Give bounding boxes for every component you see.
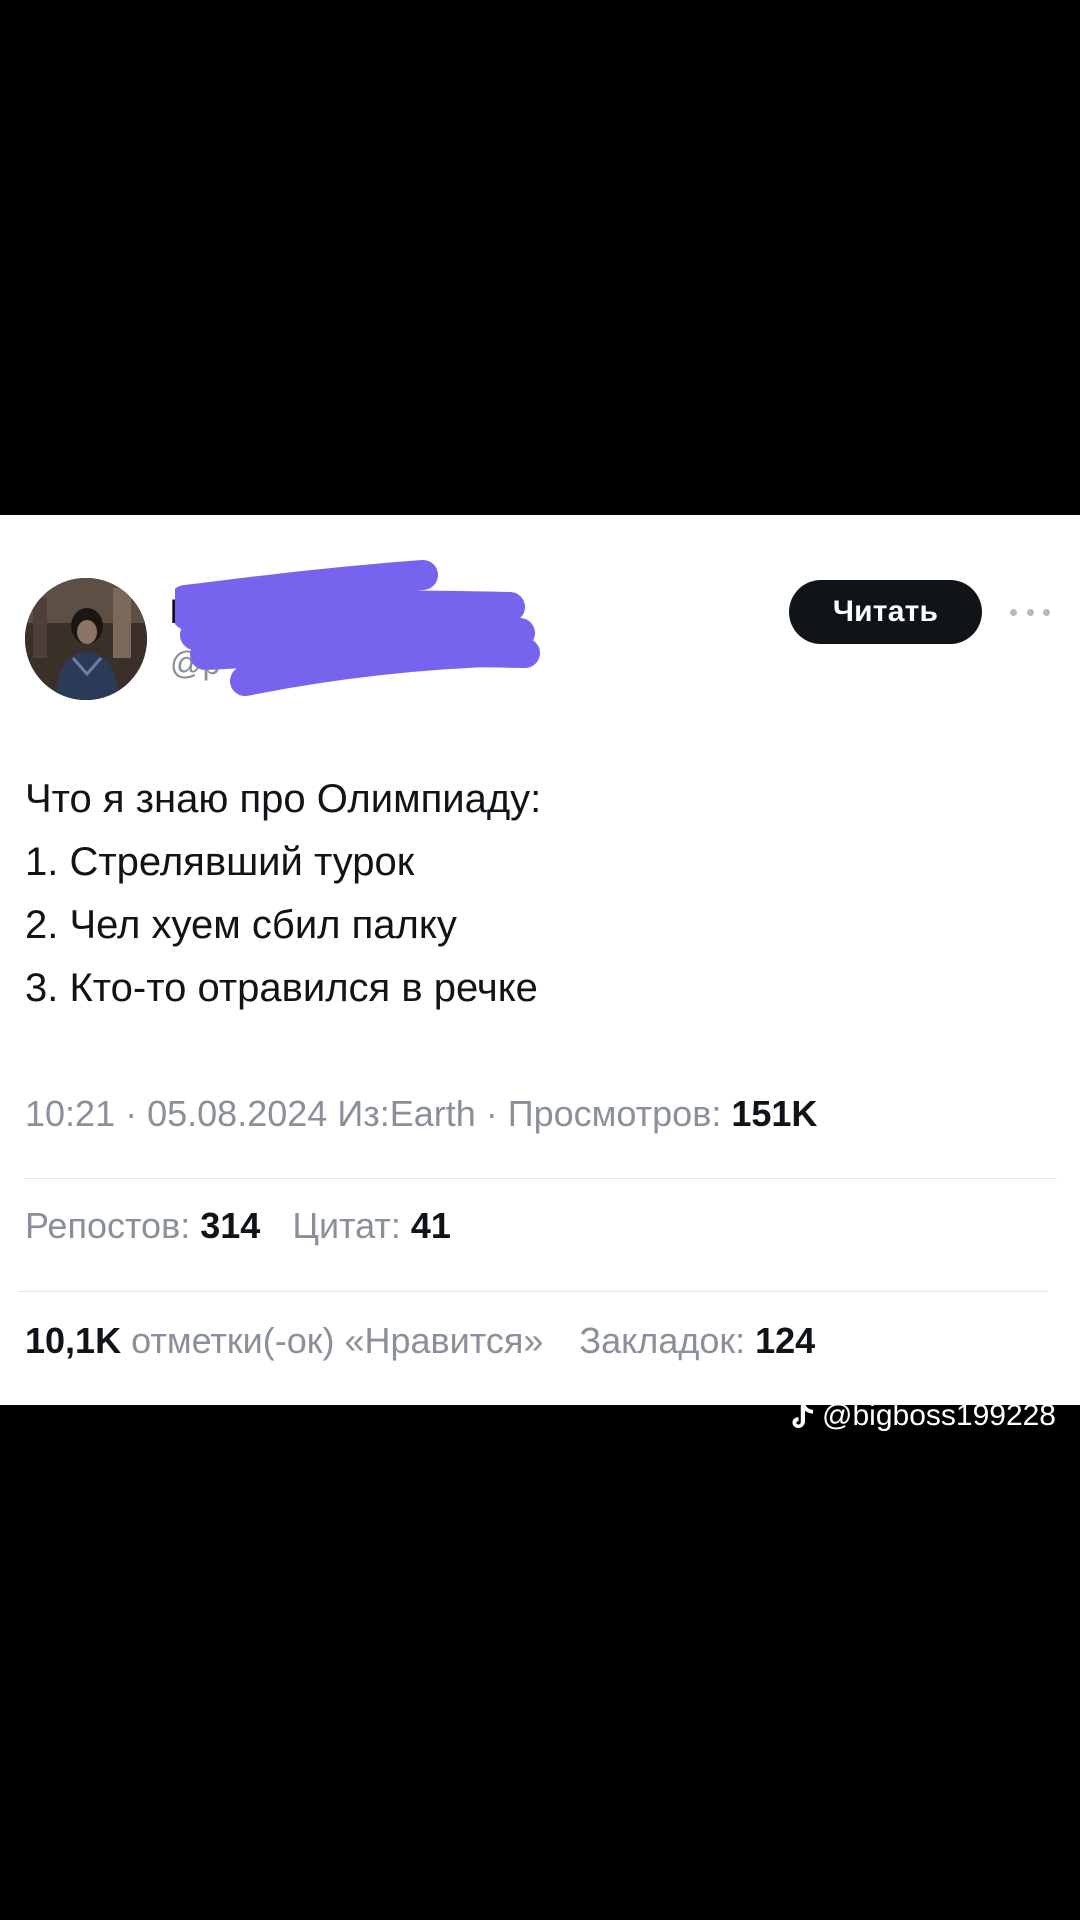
more-horizontal-icon[interactable] [1010, 605, 1050, 619]
separator: · [125, 1093, 148, 1134]
tweet-time[interactable]: 10:21 [25, 1093, 115, 1134]
quotes-stat[interactable]: Цитат: 41 [292, 1205, 451, 1246]
divider [25, 1178, 1057, 1179]
bookmarks-count: 124 [755, 1320, 816, 1361]
reposts-count: 314 [200, 1205, 261, 1246]
views-label: Просмотров: [507, 1093, 722, 1134]
dot [1043, 608, 1050, 616]
likes-label: отметки(-ок) «Нравится» [131, 1320, 544, 1361]
avatar[interactable] [25, 578, 147, 700]
tiktok-icon [792, 1403, 814, 1428]
separator: · [485, 1093, 508, 1134]
views-count: 151K [731, 1093, 818, 1134]
quotes-count: 41 [410, 1205, 451, 1246]
tweet-meta: 10:21 · 05.08.2024 Из:Earth · Просмотров… [25, 1093, 817, 1135]
like-bookmark-stats: 10,1K отметки(-ок) «Нравится» Закладок: … [25, 1320, 815, 1362]
bookmarks-label: Закладок: [579, 1320, 746, 1361]
redaction-scribble [175, 560, 540, 696]
follow-button[interactable]: Читать [789, 580, 982, 644]
divider [18, 1291, 1048, 1292]
likes-count: 10,1K [25, 1320, 122, 1361]
quotes-label: Цитат: [292, 1205, 401, 1246]
tweet-line: Что я знаю про Олимпиаду: [25, 777, 542, 821]
tweet-date[interactable]: 05.08.2024 [147, 1093, 327, 1134]
dot [1010, 608, 1017, 616]
watermark-handle: @bigboss199228 [822, 1399, 1056, 1432]
tweet-text: Что я знаю про Олимпиаду: 1. Стрелявший … [25, 768, 1045, 1020]
tweet-line: 1. Стрелявший турок [25, 840, 415, 884]
likes-stat[interactable]: 10,1K отметки(-ок) «Нравится» [25, 1320, 543, 1361]
bookmarks-stat[interactable]: Закладок: 124 [579, 1320, 815, 1361]
tiktok-watermark: @bigboss199228 [790, 1399, 1056, 1433]
tweet-card: Г @р Читать Что я знаю про Олимпиаду: 1.… [0, 515, 1080, 1405]
reposts-label: Репостов: [25, 1205, 191, 1246]
tweet-line: 3. Кто-то отравился в речке [25, 966, 538, 1010]
tweet-source: Из:Earth [337, 1093, 476, 1134]
reposts-stat[interactable]: Репостов: 314 [25, 1205, 260, 1246]
repost-quote-stats: Репостов: 314 Цитат: 41 [25, 1205, 451, 1247]
dot [1026, 608, 1034, 616]
tweet-line: 2. Чел хуем сбил палку [25, 903, 457, 947]
